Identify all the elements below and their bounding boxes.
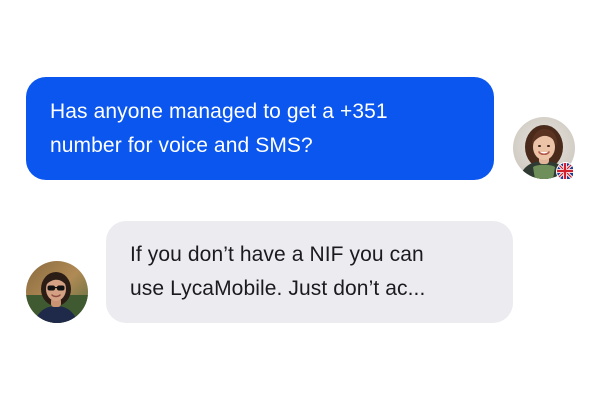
incoming-message-line-2: use LycaMobile. Just don’t ac...: [130, 277, 426, 300]
replier-avatar: [26, 261, 88, 323]
uk-flag-icon: [556, 162, 575, 181]
outgoing-message-bubble: Has anyone managed to get a +351 number …: [26, 77, 494, 180]
incoming-message-line-1: If you don’t have a NIF you can: [130, 243, 424, 266]
outgoing-message-line-2: number for voice and SMS?: [50, 134, 313, 157]
chat-preview: Has anyone managed to get a +351 number …: [0, 0, 600, 401]
outgoing-message-line-1: Has anyone managed to get a +351: [50, 100, 388, 123]
incoming-message-bubble: If you don’t have a NIF you can use Lyca…: [106, 221, 513, 323]
